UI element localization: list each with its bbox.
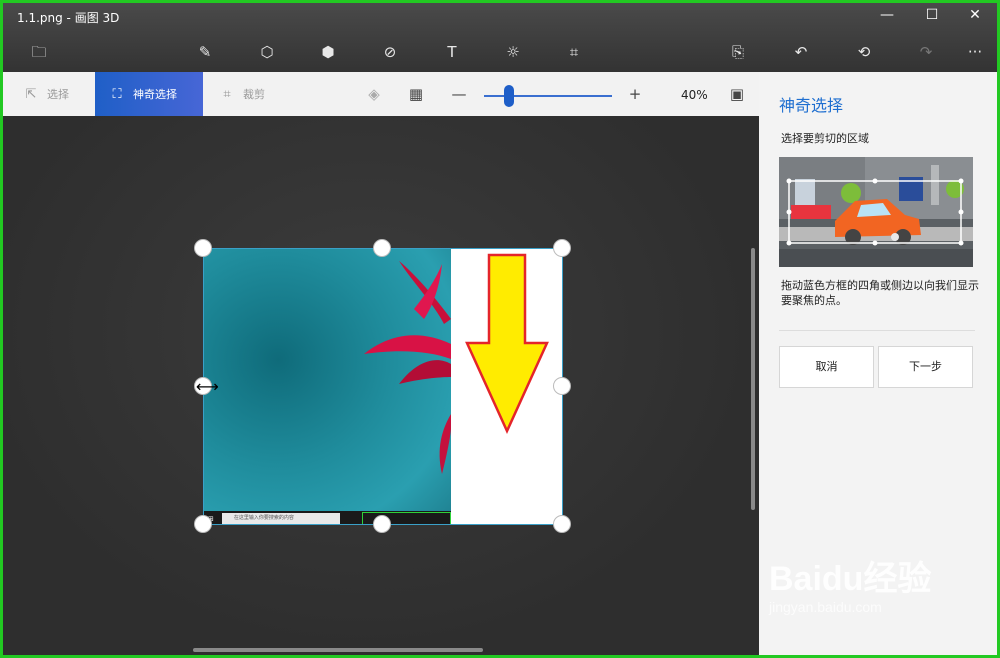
close-button[interactable]: ✕ <box>955 3 995 29</box>
horizontal-scrollbar[interactable] <box>193 648 483 652</box>
zoom-out-button[interactable]: — <box>448 84 470 104</box>
crop-tool-button[interactable]: ⌗ 裁剪 <box>213 72 293 116</box>
resize-handle-top-right[interactable] <box>553 239 571 257</box>
resize-cursor-icon: ⟷ <box>196 377 219 396</box>
panel-title: 神奇选择 <box>779 96 844 115</box>
resize-handle-right[interactable] <box>553 377 571 395</box>
text-icon[interactable]: T <box>440 41 464 63</box>
crop-icon: ⌗ <box>223 86 231 102</box>
canvas-image[interactable]: ⊞ 在这里输入你要搜索的内容 <box>203 248 563 525</box>
zoom-slider-thumb[interactable] <box>504 85 514 107</box>
canvas-icon[interactable]: ⌗ <box>562 41 586 63</box>
zoom-in-button[interactable]: + <box>624 84 646 104</box>
window-title: 1.1.png - 画图 3D <box>17 11 120 25</box>
grid-icon[interactable]: ▦ <box>405 84 427 104</box>
select-tool-label: 选择 <box>47 88 69 101</box>
paste-icon[interactable]: ⎘ <box>726 41 750 63</box>
undo-icon[interactable]: ↶ <box>789 41 813 63</box>
maximize-button[interactable]: ☐ <box>912 3 952 29</box>
magic-select-tool-button[interactable]: ⛶ 神奇选择 <box>95 72 203 116</box>
panel-description: 拖动蓝色方框的四角或侧边以向我们显示要聚焦的点。 <box>781 279 979 307</box>
yellow-arrow-image <box>465 253 549 435</box>
panel-subtitle: 选择要剪切的区域 <box>781 132 869 145</box>
watermark-url: jingyan.baidu.com <box>769 599 882 615</box>
image-view-icon[interactable]: ▣ <box>726 84 748 104</box>
resize-handle-bottom[interactable] <box>373 515 391 533</box>
folder-icon[interactable]: 🗀 <box>27 41 51 63</box>
3d-view-icon[interactable]: ◈ <box>363 84 385 104</box>
resize-handle-top[interactable] <box>373 239 391 257</box>
red-flower-image <box>364 261 451 474</box>
cursor-icon: ⇱ <box>25 86 37 102</box>
select-tool-button[interactable]: ⇱ 选择 <box>15 72 93 116</box>
history-icon[interactable]: ⟲ <box>852 41 876 63</box>
magic-select-icon: ⛶ <box>112 86 122 102</box>
next-button[interactable]: 下一步 <box>878 346 973 388</box>
stickers-icon[interactable]: ⊘ <box>378 41 402 63</box>
windows-taskbar-screenshot: ⊞ 在这里输入你要搜索的内容 <box>204 511 451 524</box>
car-illustration <box>779 157 973 267</box>
effects-icon[interactable]: ☼ <box>501 41 525 63</box>
3d-shapes-icon[interactable]: ⬢ <box>316 41 340 63</box>
resize-handle-top-left[interactable] <box>194 239 212 257</box>
title-and-menu-bar: 1.1.png - 画图 3D — ☐ ✕ 🗀 ✎ ⬡ ⬢ ⊘ T ☼ ⌗ ⎘ … <box>3 3 997 72</box>
paint3d-window: 1.1.png - 画图 3D — ☐ ✕ 🗀 ✎ ⬡ ⬢ ⊘ T ☼ ⌗ ⎘ … <box>3 3 997 655</box>
more-icon[interactable]: ··· <box>963 41 987 63</box>
brush-icon[interactable]: ✎ <box>193 41 217 63</box>
instruction-illustration <box>779 157 973 267</box>
taskbar-search-box: 在这里输入你要搜索的内容 <box>221 513 340 524</box>
wallpaper-background: ⊞ 在这里输入你要搜索的内容 <box>204 249 451 524</box>
minimize-button[interactable]: — <box>867 3 907 29</box>
magic-select-label: 神奇选择 <box>133 88 177 101</box>
2d-shapes-icon[interactable]: ⬡ <box>255 41 279 63</box>
resize-handle-bottom-left[interactable] <box>194 515 212 533</box>
crop-tool-label: 裁剪 <box>243 88 265 101</box>
panel-divider <box>779 330 975 331</box>
resize-handle-bottom-right[interactable] <box>553 515 571 533</box>
vertical-scrollbar[interactable] <box>751 248 755 510</box>
watermark-brand: Baidu经验 <box>769 560 932 598</box>
magic-select-toolbar: ⇱ 选择 ⛶ 神奇选择 ⌗ 裁剪 ◈ ▦ — + ▣ <box>3 72 759 116</box>
baidu-watermark: Baidu经验 jingyan.baidu.com <box>769 551 932 615</box>
zoom-level: 40% <box>681 88 708 102</box>
redo-icon[interactable]: ↷ <box>914 41 938 63</box>
cancel-button[interactable]: 取消 <box>779 346 874 388</box>
